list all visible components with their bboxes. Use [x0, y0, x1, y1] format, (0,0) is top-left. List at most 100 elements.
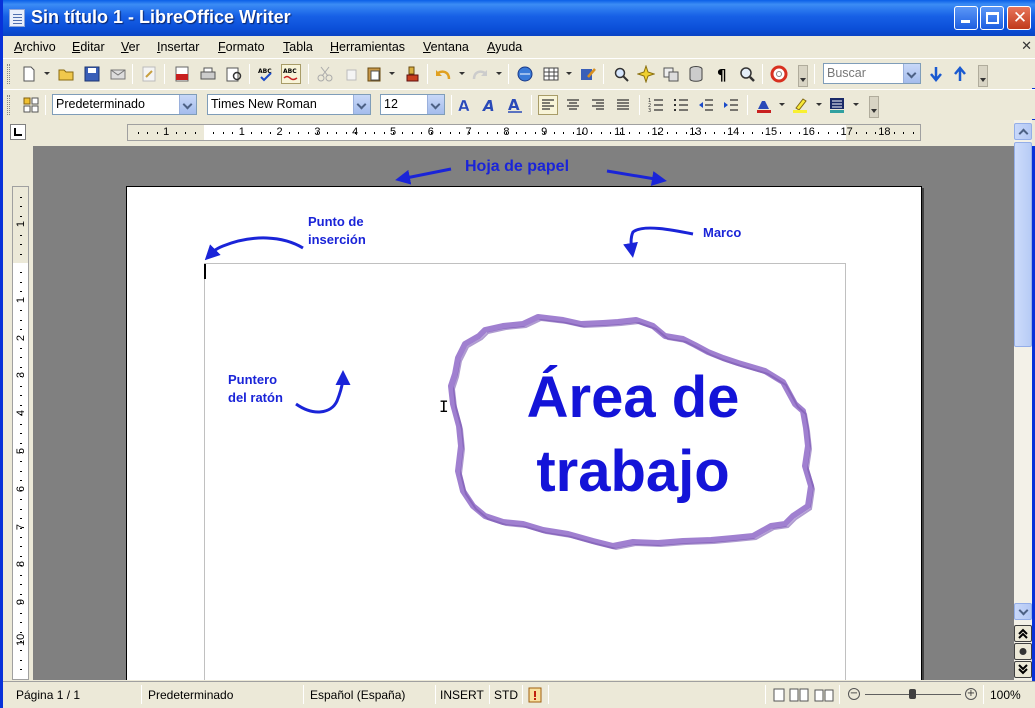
menu-tabla[interactable]: Tabla	[283, 40, 313, 54]
menu-ver[interactable]: Ver	[121, 40, 140, 54]
font-name-dropdown-icon[interactable]	[353, 95, 370, 114]
new-dropdown-icon[interactable]	[44, 72, 50, 75]
scroll-down-button[interactable]	[1014, 603, 1032, 620]
title-bar[interactable]: Sin título 1 - LibreOffice Writer ✕	[3, 0, 1035, 36]
align-center-icon[interactable]	[564, 96, 582, 114]
menu-herramientas[interactable]: Herramientas	[330, 40, 405, 54]
redo-dropdown-icon[interactable]	[496, 72, 502, 75]
menu-editar[interactable]: Editar	[72, 40, 105, 54]
numbering-icon[interactable]: 123	[647, 96, 665, 114]
cut-icon[interactable]	[316, 65, 334, 83]
formatting-marks-icon[interactable]: ¶	[713, 65, 731, 83]
bold-icon[interactable]: A	[456, 96, 474, 114]
align-left-icon[interactable]	[538, 95, 558, 115]
vertical-ruler[interactable]: 112345678910	[12, 186, 29, 680]
menu-formato[interactable]: Formato	[218, 40, 265, 54]
undo-dropdown-icon[interactable]	[459, 72, 465, 75]
find-next-icon[interactable]	[927, 65, 945, 83]
hyperlink-icon[interactable]	[516, 65, 534, 83]
highlighting-icon[interactable]	[791, 96, 809, 114]
formatting-toolbar-overflow-button[interactable]	[869, 96, 879, 118]
page-style[interactable]: Predeterminado	[148, 688, 233, 702]
clone-formatting-icon[interactable]	[404, 65, 422, 83]
toolbar-grip[interactable]	[7, 95, 10, 115]
paste-icon[interactable]	[365, 65, 383, 83]
highlighting-dropdown-icon[interactable]	[816, 103, 822, 106]
styles-formatting-icon[interactable]	[22, 96, 40, 114]
gallery-icon[interactable]	[662, 65, 680, 83]
email-document-icon[interactable]	[109, 65, 127, 83]
font-size-select[interactable]: 12	[380, 94, 445, 115]
new-document-icon[interactable]	[20, 65, 38, 83]
book-view-icon[interactable]	[814, 688, 834, 702]
background-color-dropdown-icon[interactable]	[853, 103, 859, 106]
menu-insertar[interactable]: Insertar	[157, 40, 199, 54]
search-input[interactable]: Buscar	[823, 63, 921, 84]
zoom-level[interactable]: 100%	[990, 688, 1021, 702]
vertical-scrollbar[interactable]	[1014, 120, 1032, 680]
menu-ventana[interactable]: Ventana	[423, 40, 469, 54]
horizontal-ruler[interactable]: 1123456789101112131415161718	[127, 124, 921, 141]
document-modified-icon[interactable]	[528, 687, 542, 703]
previous-page-button[interactable]	[1014, 625, 1032, 642]
data-sources-icon[interactable]	[687, 65, 705, 83]
zoom-icon[interactable]	[738, 65, 756, 83]
spellcheck-icon[interactable]: ABC	[257, 65, 275, 83]
underline-icon[interactable]: A	[506, 96, 524, 114]
edit-file-icon[interactable]	[140, 65, 158, 83]
zoom-in-icon[interactable]: +	[965, 688, 977, 700]
document-area[interactable]: I Hoja de papel Punto de inserción Marco…	[33, 146, 1014, 680]
print-preview-icon[interactable]	[225, 65, 243, 83]
navigator-icon[interactable]	[637, 65, 655, 83]
menu-archivo[interactable]: Archivo	[14, 40, 56, 54]
find-replace-icon[interactable]	[612, 65, 630, 83]
align-right-icon[interactable]	[589, 96, 607, 114]
show-draw-functions-icon[interactable]	[579, 65, 597, 83]
paragraph-style-select[interactable]: Predeterminado	[52, 94, 197, 115]
close-document-icon[interactable]: ✕	[1021, 39, 1032, 54]
scroll-up-button[interactable]	[1014, 123, 1032, 140]
font-name-select[interactable]: Times New Roman	[207, 94, 371, 115]
font-color-dropdown-icon[interactable]	[779, 103, 785, 106]
zoom-slider-handle[interactable]	[909, 689, 916, 699]
navigation-button[interactable]	[1014, 643, 1032, 660]
increase-indent-icon[interactable]	[722, 96, 740, 114]
undo-icon[interactable]	[434, 65, 452, 83]
italic-icon[interactable]: A	[481, 96, 499, 114]
single-page-view-icon[interactable]	[773, 688, 785, 702]
next-page-button[interactable]	[1014, 661, 1032, 678]
bullets-icon[interactable]	[672, 96, 690, 114]
language[interactable]: Español (España)	[310, 688, 405, 702]
find-toolbar-overflow-button[interactable]	[978, 65, 988, 87]
tab-stop-type-icon[interactable]	[10, 124, 26, 140]
table-dropdown-icon[interactable]	[566, 72, 572, 75]
maximize-button[interactable]	[980, 6, 1004, 30]
toolbar-grip[interactable]	[7, 64, 10, 84]
selection-mode[interactable]: STD	[494, 688, 518, 702]
background-color-icon[interactable]	[828, 96, 846, 114]
multi-page-view-icon[interactable]	[789, 688, 809, 702]
scroll-thumb[interactable]	[1014, 142, 1032, 347]
font-color-icon[interactable]	[755, 96, 773, 114]
decrease-indent-icon[interactable]	[697, 96, 715, 114]
help-icon[interactable]	[770, 65, 788, 83]
paragraph-style-dropdown-icon[interactable]	[179, 95, 196, 114]
close-button[interactable]: ✕	[1007, 6, 1031, 30]
font-size-dropdown-icon[interactable]	[427, 95, 444, 114]
paste-dropdown-icon[interactable]	[389, 72, 395, 75]
table-icon[interactable]	[542, 65, 560, 83]
copy-icon[interactable]	[342, 65, 360, 83]
justify-icon[interactable]	[614, 96, 632, 114]
minimize-button[interactable]	[954, 6, 978, 30]
search-dropdown-icon[interactable]	[903, 64, 920, 83]
export-pdf-icon[interactable]	[173, 65, 191, 83]
menu-ayuda[interactable]: Ayuda	[487, 40, 522, 54]
autospellcheck-icon[interactable]: ABC	[281, 64, 301, 84]
zoom-out-icon[interactable]: −	[848, 688, 860, 700]
find-previous-icon[interactable]	[951, 65, 969, 83]
redo-icon[interactable]	[471, 65, 489, 83]
toolbar-overflow-button[interactable]	[798, 65, 808, 87]
page-count[interactable]: Página 1 / 1	[16, 688, 80, 702]
save-icon[interactable]	[83, 65, 101, 83]
print-icon[interactable]	[199, 65, 217, 83]
